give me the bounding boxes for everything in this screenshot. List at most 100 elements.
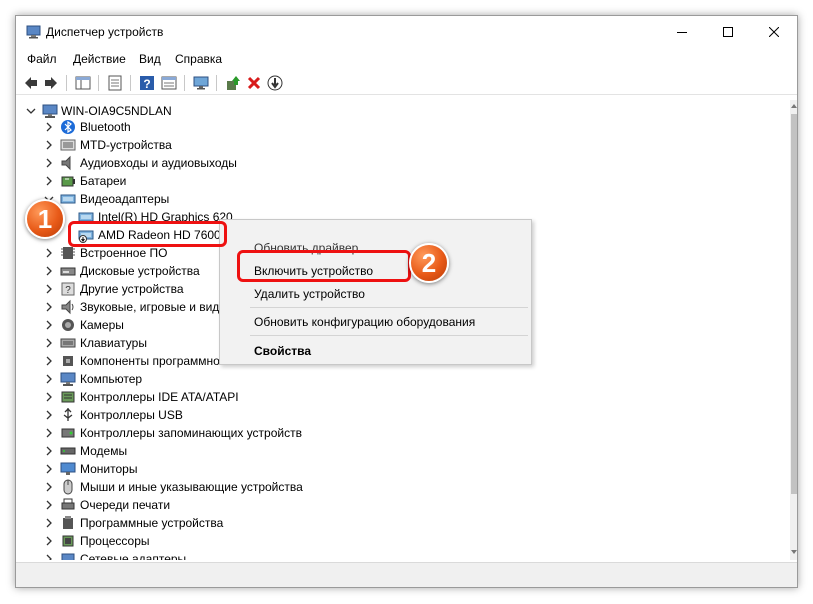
uninstall-button[interactable]	[245, 74, 263, 92]
camera-icon	[62, 319, 74, 331]
scroll-thumb[interactable]	[791, 114, 797, 494]
chevron-right-icon[interactable]	[44, 283, 54, 295]
chevron-down-icon[interactable]	[26, 105, 36, 117]
tree-category-item[interactable]: Видеоадаптеры	[20, 190, 320, 208]
chevron-right-icon[interactable]	[44, 301, 54, 313]
tree-category-item[interactable]: Очереди печати	[20, 496, 320, 514]
software-device-icon	[63, 516, 73, 529]
update-driver-button[interactable]	[224, 74, 242, 92]
chevron-right-icon[interactable]	[44, 247, 54, 259]
menu-file[interactable]: Файл	[27, 52, 57, 66]
sound-icon	[61, 299, 74, 315]
vertical-scrollbar[interactable]	[790, 100, 798, 560]
scroll-down-icon[interactable]	[790, 548, 798, 556]
chevron-right-icon[interactable]	[44, 535, 54, 547]
tree-item-label: Контроллеры USB	[80, 408, 183, 422]
chevron-right-icon[interactable]	[44, 139, 54, 151]
monitor-scan-icon	[193, 76, 209, 90]
chevron-right-icon[interactable]	[44, 121, 54, 133]
menu-separator	[250, 307, 528, 308]
show-hide-tree-button[interactable]	[74, 74, 92, 92]
minimize-button[interactable]	[659, 16, 705, 48]
chevron-right-icon[interactable]	[44, 265, 54, 277]
chevron-right-icon[interactable]	[44, 157, 54, 169]
tree-category-item[interactable]: Батареи	[20, 172, 320, 190]
bluetooth-icon	[61, 120, 75, 134]
tree-item-label: Камеры	[80, 318, 124, 332]
tree-item-label: Видеоадаптеры	[80, 192, 170, 206]
scan-hardware-button[interactable]	[192, 74, 210, 92]
software-component-icon	[63, 356, 73, 366]
tree-category-item[interactable]: Модемы	[20, 442, 320, 460]
highlight-enable-device	[237, 250, 411, 282]
speaker-icon	[61, 155, 71, 171]
menu-scan-hardware[interactable]: Обновить конфигурацию оборудования	[254, 315, 475, 329]
tree-category-item[interactable]: Компьютер	[20, 370, 320, 388]
tree-category-item[interactable]: Контроллеры запоминающих устройств	[20, 424, 320, 442]
computer-icon	[60, 372, 76, 386]
tree-category-item[interactable]: Процессоры	[20, 532, 320, 550]
help-button[interactable]: ?	[138, 74, 156, 92]
firmware-icon	[61, 247, 75, 259]
tree-item-label: MTD-устройства	[80, 138, 172, 152]
menu-uninstall-device[interactable]: Удалить устройство	[254, 287, 365, 301]
chevron-right-icon[interactable]	[44, 391, 54, 403]
tree-item-label: Мониторы	[80, 462, 138, 476]
view-button[interactable]	[160, 74, 178, 92]
chevron-right-icon[interactable]	[44, 463, 54, 475]
chevron-right-icon[interactable]	[44, 373, 54, 385]
menu-view[interactable]: Вид	[139, 52, 161, 66]
console-tree-icon	[75, 76, 91, 90]
menu-properties[interactable]: Свойства	[254, 344, 311, 358]
back-button[interactable]	[22, 74, 40, 92]
chevron-right-icon[interactable]	[44, 337, 54, 349]
tree-item-label: Встроенное ПО	[80, 246, 168, 260]
maximize-button[interactable]	[705, 16, 751, 48]
forward-button[interactable]	[42, 74, 60, 92]
chevron-right-icon[interactable]	[44, 175, 54, 187]
monitor-icon	[60, 462, 76, 475]
tree-category-item[interactable]: Контроллеры IDE ATA/ATAPI	[20, 388, 320, 406]
chevron-right-icon[interactable]	[44, 409, 54, 421]
properties-sheet-icon	[108, 75, 122, 91]
chevron-right-icon[interactable]	[44, 481, 54, 493]
tree-category-item[interactable]: Мыши и иные указывающие устройства	[20, 478, 320, 496]
chevron-right-icon[interactable]	[44, 553, 54, 560]
tree-category-item[interactable]: MTD-устройства	[20, 136, 320, 154]
enable-device-button[interactable]	[266, 74, 284, 92]
unknown-device-icon: ?	[61, 282, 75, 296]
tree-category-item[interactable]: Программные устройства	[20, 514, 320, 532]
chevron-right-icon[interactable]	[44, 427, 54, 439]
storage-controller-icon	[61, 428, 75, 438]
properties-toolbar-button[interactable]	[106, 74, 124, 92]
chevron-right-icon[interactable]	[44, 517, 54, 529]
modem-icon	[60, 447, 76, 455]
tree-item-label: Компьютер	[80, 372, 143, 386]
chevron-right-icon[interactable]	[44, 499, 54, 511]
menu-help[interactable]: Справка	[175, 52, 222, 66]
tree-category-item[interactable]: Аудиовходы и аудиовыходы	[20, 154, 320, 172]
down-arrow-circle-icon	[267, 75, 283, 91]
tree-item-label: Другие устройства	[80, 282, 184, 296]
forward-arrow-icon	[45, 77, 57, 89]
scroll-up-icon[interactable]	[790, 102, 798, 110]
tree-item-label: Модемы	[80, 444, 128, 458]
chevron-right-icon[interactable]	[44, 355, 54, 367]
usb-icon	[63, 408, 73, 421]
menu-action[interactable]: Действие	[73, 52, 126, 66]
tree-item-label: Батареи	[80, 174, 127, 188]
tree-category-item[interactable]: Контроллеры USB	[20, 406, 320, 424]
tree-category-item[interactable]: Мониторы	[20, 460, 320, 478]
menu-bar: Файл Действие Вид Справка	[16, 49, 797, 69]
chevron-right-icon[interactable]	[44, 319, 54, 331]
tree-category-item[interactable]: Сетевые адаптеры	[20, 550, 320, 560]
close-button[interactable]	[751, 16, 797, 48]
red-x-icon	[247, 76, 261, 90]
back-arrow-icon	[25, 77, 37, 89]
chevron-right-icon[interactable]	[44, 445, 54, 457]
tree-category-item[interactable]: Bluetooth	[20, 118, 320, 136]
keyboard-icon	[60, 338, 76, 348]
network-icon	[61, 553, 75, 560]
ide-controller-icon	[61, 391, 75, 403]
help-icon: ?	[140, 76, 154, 91]
